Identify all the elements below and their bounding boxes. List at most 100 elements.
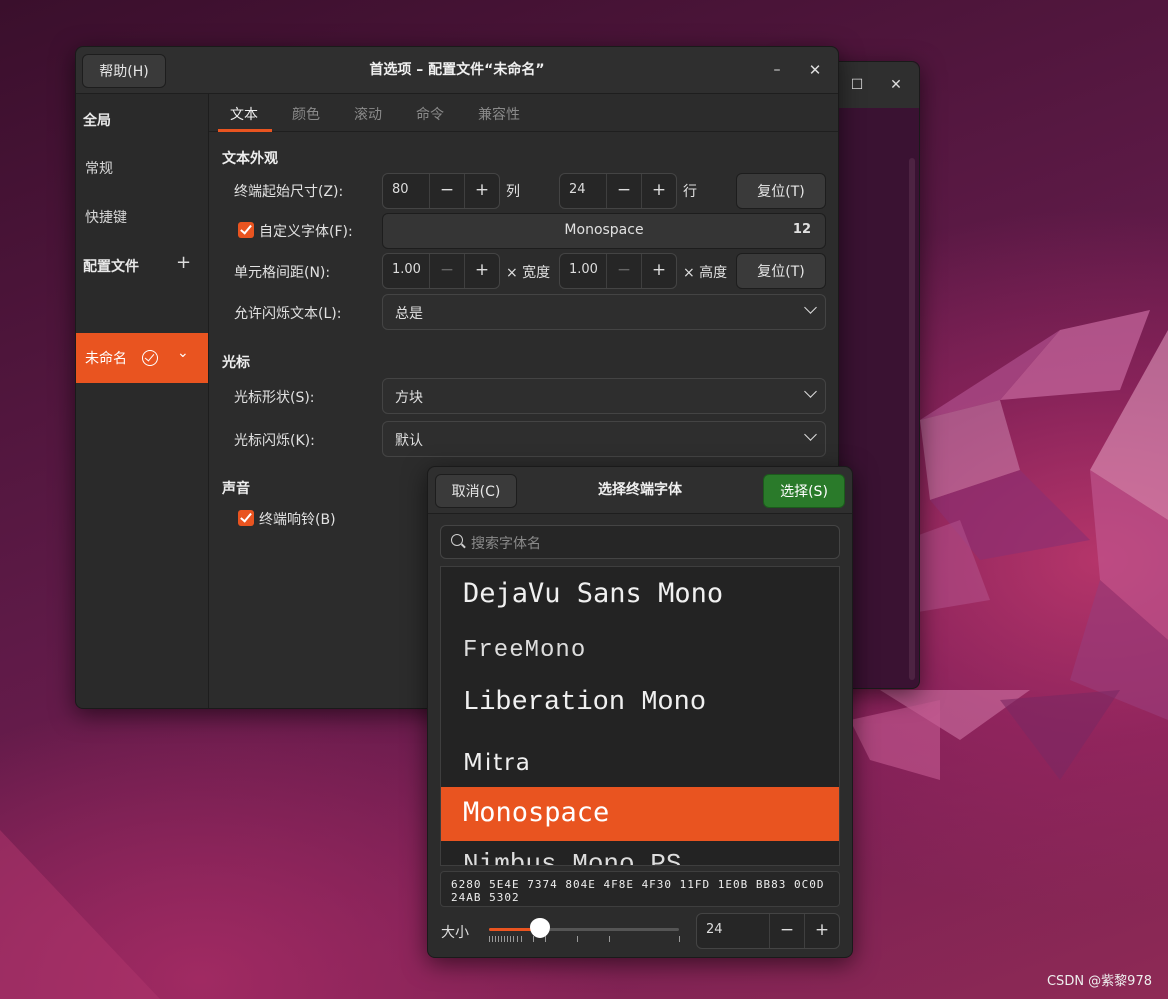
width-spacing-increase-button[interactable]: + xyxy=(464,254,499,288)
select-button[interactable]: 选择(S) xyxy=(763,474,845,508)
add-profile-button[interactable]: + xyxy=(176,252,191,273)
height-spacing-value[interactable]: 1.00 xyxy=(569,262,598,277)
slider-tick xyxy=(545,936,546,942)
tab-compatibility[interactable]: 兼容性 xyxy=(478,104,520,124)
font-chooser-dialog: 取消(C) 选择终端字体 选择(S) 搜索字体名 DejaVu Sans Mon… xyxy=(427,466,853,958)
font-name: Monospace xyxy=(564,222,644,238)
sidebar-item-shortcuts[interactable]: 快捷键 xyxy=(85,207,127,227)
slider-tick xyxy=(489,936,490,942)
font-list-item[interactable]: Mitra xyxy=(441,739,839,793)
reset-spacing-button[interactable]: 复位(T) xyxy=(736,253,826,289)
width-spacing-decrease-button[interactable]: − xyxy=(429,254,464,288)
rows-value[interactable]: 24 xyxy=(569,182,586,197)
search-placeholder: 搜索字体名 xyxy=(471,536,541,552)
slider-tick xyxy=(498,936,499,942)
cursor-shape-label: 光标形状(S): xyxy=(234,390,315,406)
chevron-down-icon xyxy=(804,428,817,441)
titlebar: 帮助(H) 首选项 – 配置文件“未命名” – ✕ xyxy=(76,47,838,94)
slider-tick xyxy=(507,936,508,942)
sidebar-header-global: 全局 xyxy=(83,113,111,129)
help-button[interactable]: 帮助(H) xyxy=(82,54,166,88)
slider-tick xyxy=(501,936,502,942)
font-chooser-button[interactable]: Monospace 12 xyxy=(382,213,826,249)
rows-increase-button[interactable]: + xyxy=(641,174,676,208)
tab-scrolling[interactable]: 滚动 xyxy=(354,104,382,124)
section-sound: 声音 xyxy=(222,481,250,497)
cursor-shape-dropdown[interactable]: 方块 xyxy=(382,378,826,414)
rows-decrease-button[interactable]: − xyxy=(606,174,641,208)
slider-tick xyxy=(510,936,511,942)
height-spacing-decrease-button[interactable]: − xyxy=(606,254,641,288)
initial-size-label: 终端起始尺寸(Z): xyxy=(234,184,344,200)
blink-text-label: 允许闪烁文本(L): xyxy=(234,306,342,322)
slider-tick xyxy=(495,936,496,942)
font-list-item[interactable]: FreeMono xyxy=(441,623,839,677)
columns-stepper[interactable]: 80 − + xyxy=(382,173,500,209)
cell-spacing-label: 单元格间距(N): xyxy=(234,265,331,281)
profile-label: 未命名 xyxy=(85,351,127,367)
cancel-button[interactable]: 取消(C) xyxy=(435,474,517,508)
blink-text-dropdown[interactable]: 总是 xyxy=(382,294,826,330)
close-icon[interactable]: ✕ xyxy=(806,61,824,79)
preview-text: 6280 5E4E 7374 804E 4F8E 4F30 11FD 1E0B … xyxy=(451,878,825,904)
tab-bar: 文本 颜色 滚动 命令 兼容性 xyxy=(209,94,838,132)
tab-command[interactable]: 命令 xyxy=(416,104,444,124)
sidebar-item-profile[interactable]: 未命名 ⌄ xyxy=(76,333,208,383)
terminal-bell-label: 终端响铃(B) xyxy=(259,512,336,528)
rows-stepper[interactable]: 24 − + xyxy=(559,173,677,209)
close-icon[interactable]: ✕ xyxy=(887,76,905,94)
height-spacing-increase-button[interactable]: + xyxy=(641,254,676,288)
slider-tick xyxy=(513,936,514,942)
custom-font-checkbox[interactable] xyxy=(238,222,254,238)
cursor-blink-dropdown[interactable]: 默认 xyxy=(382,421,826,457)
width-spacing-stepper[interactable]: 1.00 − + xyxy=(382,253,500,289)
slider-tick xyxy=(609,936,610,942)
font-list-item[interactable]: Liberation Mono xyxy=(441,677,839,731)
size-decrease-button[interactable]: − xyxy=(769,914,804,948)
columns-decrease-button[interactable]: − xyxy=(429,174,464,208)
chevron-down-icon xyxy=(804,301,817,314)
slider-tick xyxy=(521,936,522,942)
reset-size-button[interactable]: 复位(T) xyxy=(736,173,826,209)
sidebar-header-profiles: 配置文件 xyxy=(83,259,139,275)
search-icon xyxy=(451,534,463,546)
blink-text-value: 总是 xyxy=(395,306,423,322)
slider-tick xyxy=(517,936,518,942)
slider-tick xyxy=(492,936,493,942)
size-increase-button[interactable]: + xyxy=(804,914,839,948)
size-slider-handle[interactable] xyxy=(530,918,551,938)
maximize-icon[interactable]: ☐ xyxy=(848,76,866,94)
chevron-down-icon xyxy=(804,385,817,398)
slider-tick xyxy=(533,936,534,942)
terminal-bell-checkbox[interactable] xyxy=(238,510,254,526)
section-cursor: 光标 xyxy=(222,355,250,371)
font-list-item[interactable]: DejaVu Sans Mono xyxy=(441,567,839,621)
width-spacing-value[interactable]: 1.00 xyxy=(392,262,421,277)
window-title: 首选项 – 配置文件“未命名” xyxy=(369,62,545,78)
font-list-item-selected[interactable]: Monospace xyxy=(441,787,839,841)
chevron-down-icon[interactable]: ⌄ xyxy=(177,345,189,361)
font-list-item[interactable]: Nimbus Mono PS xyxy=(441,843,839,865)
font-list[interactable]: DejaVu Sans Mono FreeMono Liberation Mon… xyxy=(440,566,840,866)
size-value[interactable]: 24 xyxy=(706,922,723,937)
watermark: CSDN @紫黎978 xyxy=(1046,974,1152,989)
cursor-blink-label: 光标闪烁(K): xyxy=(234,433,315,449)
height-spacing-stepper[interactable]: 1.00 − + xyxy=(559,253,677,289)
rows-unit: 行 xyxy=(683,184,697,200)
tab-text[interactable]: 文本 xyxy=(230,104,258,124)
minimize-icon[interactable]: – xyxy=(768,61,786,79)
slider-tick xyxy=(679,936,680,942)
default-check-icon xyxy=(142,350,158,366)
cursor-shape-value: 方块 xyxy=(395,390,423,406)
scrollbar[interactable] xyxy=(909,158,915,680)
height-unit: × 高度 xyxy=(683,265,728,281)
columns-increase-button[interactable]: + xyxy=(464,174,499,208)
columns-value[interactable]: 80 xyxy=(392,182,409,197)
cursor-blink-value: 默认 xyxy=(395,433,423,449)
font-search-input[interactable]: 搜索字体名 xyxy=(440,525,840,559)
slider-tick xyxy=(577,936,578,942)
tab-colors[interactable]: 颜色 xyxy=(292,104,320,124)
font-preview[interactable]: 6280 5E4E 7374 804E 4F8E 4F30 11FD 1E0B … xyxy=(440,871,840,907)
sidebar-item-general[interactable]: 常规 xyxy=(85,158,113,178)
size-stepper[interactable]: 24 − + xyxy=(696,913,840,949)
